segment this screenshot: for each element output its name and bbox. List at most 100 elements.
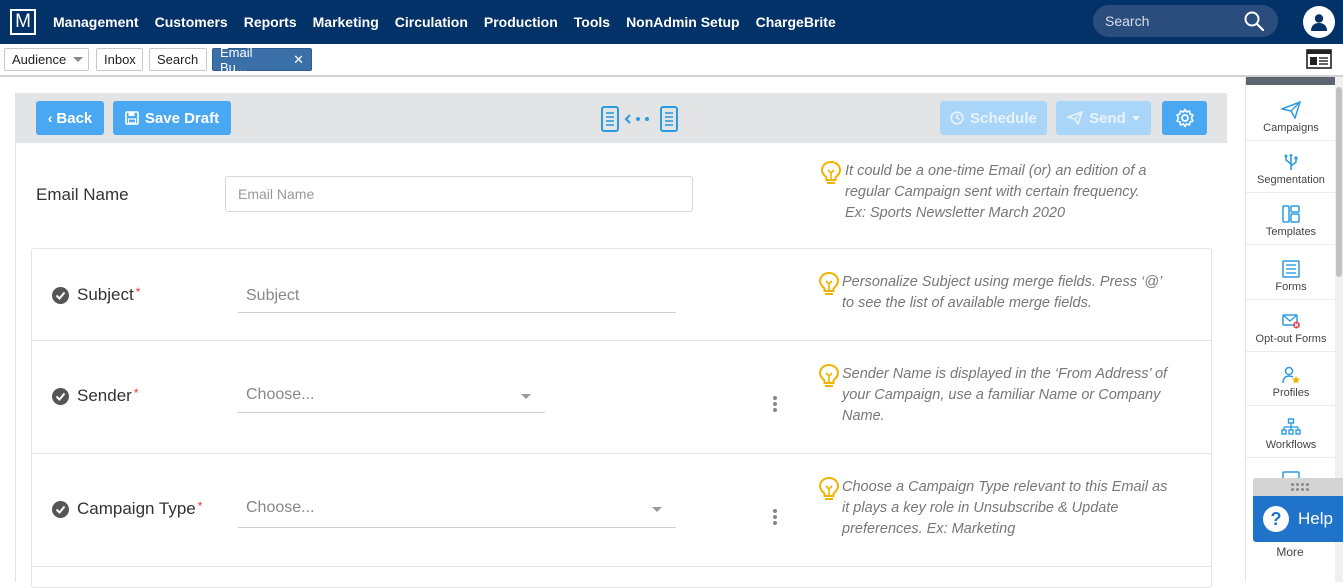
chevron-down-icon [652,507,662,512]
side-item-label: Segmentation [1257,174,1325,186]
email-name-row: Email Name It could be a one-time Email … [16,143,1227,249]
email-name-input[interactable] [225,176,693,212]
close-tab-icon[interactable]: ✕ [293,52,304,68]
help-label: Help [1298,509,1333,528]
campaign-type-label-text: Campaign Type [77,499,196,518]
required-marker: * [197,499,203,513]
hint-line: Ex: Sports Newsletter March 2020 [845,205,1066,221]
side-item-templates[interactable]: Templates [1246,193,1336,245]
floppy-disk-icon [125,111,139,125]
sender-hint: Sender Name is displayed in the ‘From Ad… [842,364,1167,427]
hint-line: It could be a one-time Email (or) an edi… [845,163,1147,179]
hint-line: your Campaign, use a familiar Name or Co… [842,387,1161,403]
send-button[interactable]: Send [1056,101,1151,135]
campaign-type-select-value: Choose... [246,499,315,516]
save-draft-button[interactable]: Save Draft [113,101,231,135]
campaign-type-label: Campaign Type * [77,499,202,519]
menu-management[interactable]: Management [53,14,139,30]
side-item-profiles[interactable]: Profiles [1246,354,1336,406]
help-button[interactable]: ? Help [1253,496,1343,542]
main-area: ‹ Back Save Draft Schedule Send Email Na… [0,79,1245,588]
side-item-forms[interactable]: Forms [1246,248,1336,300]
tab-inbox[interactable]: Inbox [96,48,143,71]
side-item-label: Forms [1275,281,1307,293]
global-search [1093,5,1278,37]
email-flow-icon [601,106,678,132]
lightbulb-icon [818,476,840,500]
search-icon[interactable] [1244,11,1264,31]
check-circle-icon [52,501,69,518]
side-item-label: Profiles [1272,387,1310,399]
tab-email-builder[interactable]: Email Bu... ✕ [212,45,312,75]
menu-reports[interactable]: Reports [244,14,297,30]
clock-icon [950,111,964,125]
hint-line: Sender Name is displayed in the ‘From Ad… [842,366,1168,382]
drag-handle[interactable] [1253,478,1343,496]
side-item-label: Templates [1265,226,1317,238]
check-circle-icon [52,388,69,405]
side-item-workflows[interactable]: Workflows [1246,406,1336,458]
check-circle-icon [52,287,69,304]
scrollbar-thumb[interactable] [1336,87,1342,277]
sender-label-text: Sender [77,386,132,405]
menu-chargebrite[interactable]: ChargeBrite [756,14,836,30]
back-button[interactable]: ‹ Back [36,101,104,135]
sender-label: Sender * [77,386,139,406]
schedule-label: Schedule [970,109,1037,127]
layout-toggle-icon[interactable] [1306,49,1332,69]
email-name-label: Email Name [36,185,129,204]
gear-icon [1175,108,1194,128]
hint-line: preferences. Ex: Marketing [842,521,1016,537]
side-more-label[interactable]: More [1245,545,1335,559]
menu-circulation[interactable]: Circulation [395,14,468,30]
side-item-campaigns[interactable]: Campaigns [1246,89,1336,141]
settings-button[interactable] [1162,101,1207,135]
global-search-input[interactable] [1105,13,1235,29]
top-navbar: M Management Customers Reports Marketing… [0,0,1343,44]
menu-marketing[interactable]: Marketing [313,14,379,30]
sender-select[interactable]: Choose... [238,386,545,413]
tab-search-label: Search [157,52,199,67]
hint-line: regular Campaign sent with certain frequ… [845,184,1140,200]
chevron-down-icon[interactable] [73,57,84,62]
side-item-optout-forms[interactable]: Opt-out Forms [1246,300,1336,352]
app-logo[interactable]: M [10,9,36,35]
subject-input[interactable] [238,279,676,313]
schedule-button[interactable]: Schedule [940,101,1047,135]
workflow-icon [1281,418,1301,435]
user-avatar-icon[interactable] [1303,6,1335,38]
back-button-label: Back [56,109,93,127]
campaign-type-row: Campaign Type * Choose... Choose a Campai… [32,454,1211,567]
menu-production[interactable]: Production [484,14,558,30]
sender-select-value: Choose... [246,386,315,403]
side-item-label: Opt-out Forms [1255,333,1327,345]
menu-tools[interactable]: Tools [574,14,610,30]
chevron-down-icon [1131,115,1140,121]
forms-icon [1282,260,1300,278]
paper-plane-icon [1067,111,1084,125]
templates-icon [1282,205,1300,223]
tab-bar: Audience Inbox Search Email Bu... ✕ [0,44,1343,77]
tab-audience[interactable]: Audience [4,48,89,71]
chevron-left-icon: ‹ [47,110,53,126]
tab-audience-label: Audience [12,52,67,67]
tab-inbox-label: Inbox [104,52,136,67]
campaign-type-select[interactable]: Choose... [238,499,676,528]
menu-customers[interactable]: Customers [155,14,228,30]
hint-line: Name. [842,408,885,424]
usb-branch-icon [1284,153,1298,170]
menu-nonadmin-setup[interactable]: NonAdmin Setup [626,14,740,30]
hint-line: to see the list of available merge field… [842,295,1092,311]
question-icon: ? [1263,506,1290,532]
subject-label: Subject * [77,285,140,305]
tab-search[interactable]: Search [149,48,207,71]
side-item-segmentation[interactable]: Segmentation [1246,141,1336,193]
chevron-down-icon [521,394,531,399]
optout-mail-icon [1282,314,1300,329]
subject-label-text: Subject [77,285,134,304]
main-menu: Management Customers Reports Marketing C… [53,14,852,30]
email-name-hint: It could be a one-time Email (or) an edi… [845,161,1146,224]
more-vertical-icon[interactable] [773,396,777,412]
email-editor: ‹ Back Save Draft Schedule Send Email Na… [15,93,1227,588]
more-vertical-icon[interactable] [773,509,777,525]
